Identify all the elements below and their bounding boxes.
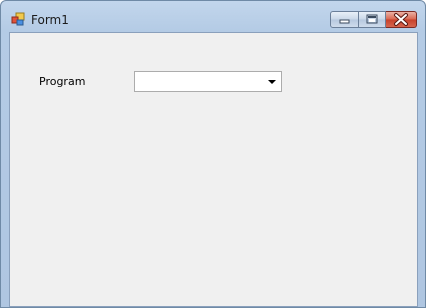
minimize-button[interactable] — [330, 11, 359, 28]
form-app-icon[interactable] — [11, 12, 25, 26]
program-label: Program — [39, 75, 86, 88]
form-client-area: Program — [9, 32, 418, 307]
maximize-icon — [366, 14, 378, 24]
close-icon — [394, 13, 408, 26]
application-window: Form1 Program — [0, 0, 426, 308]
program-combobox[interactable] — [134, 71, 282, 92]
chevron-down-icon[interactable] — [268, 80, 276, 84]
maximize-button[interactable] — [359, 11, 386, 28]
close-button[interactable] — [386, 11, 417, 28]
caption-buttons — [330, 11, 417, 30]
title-bar[interactable]: Form1 — [1, 1, 425, 32]
minimize-icon — [339, 19, 350, 24]
window-title: Form1 — [31, 13, 69, 27]
